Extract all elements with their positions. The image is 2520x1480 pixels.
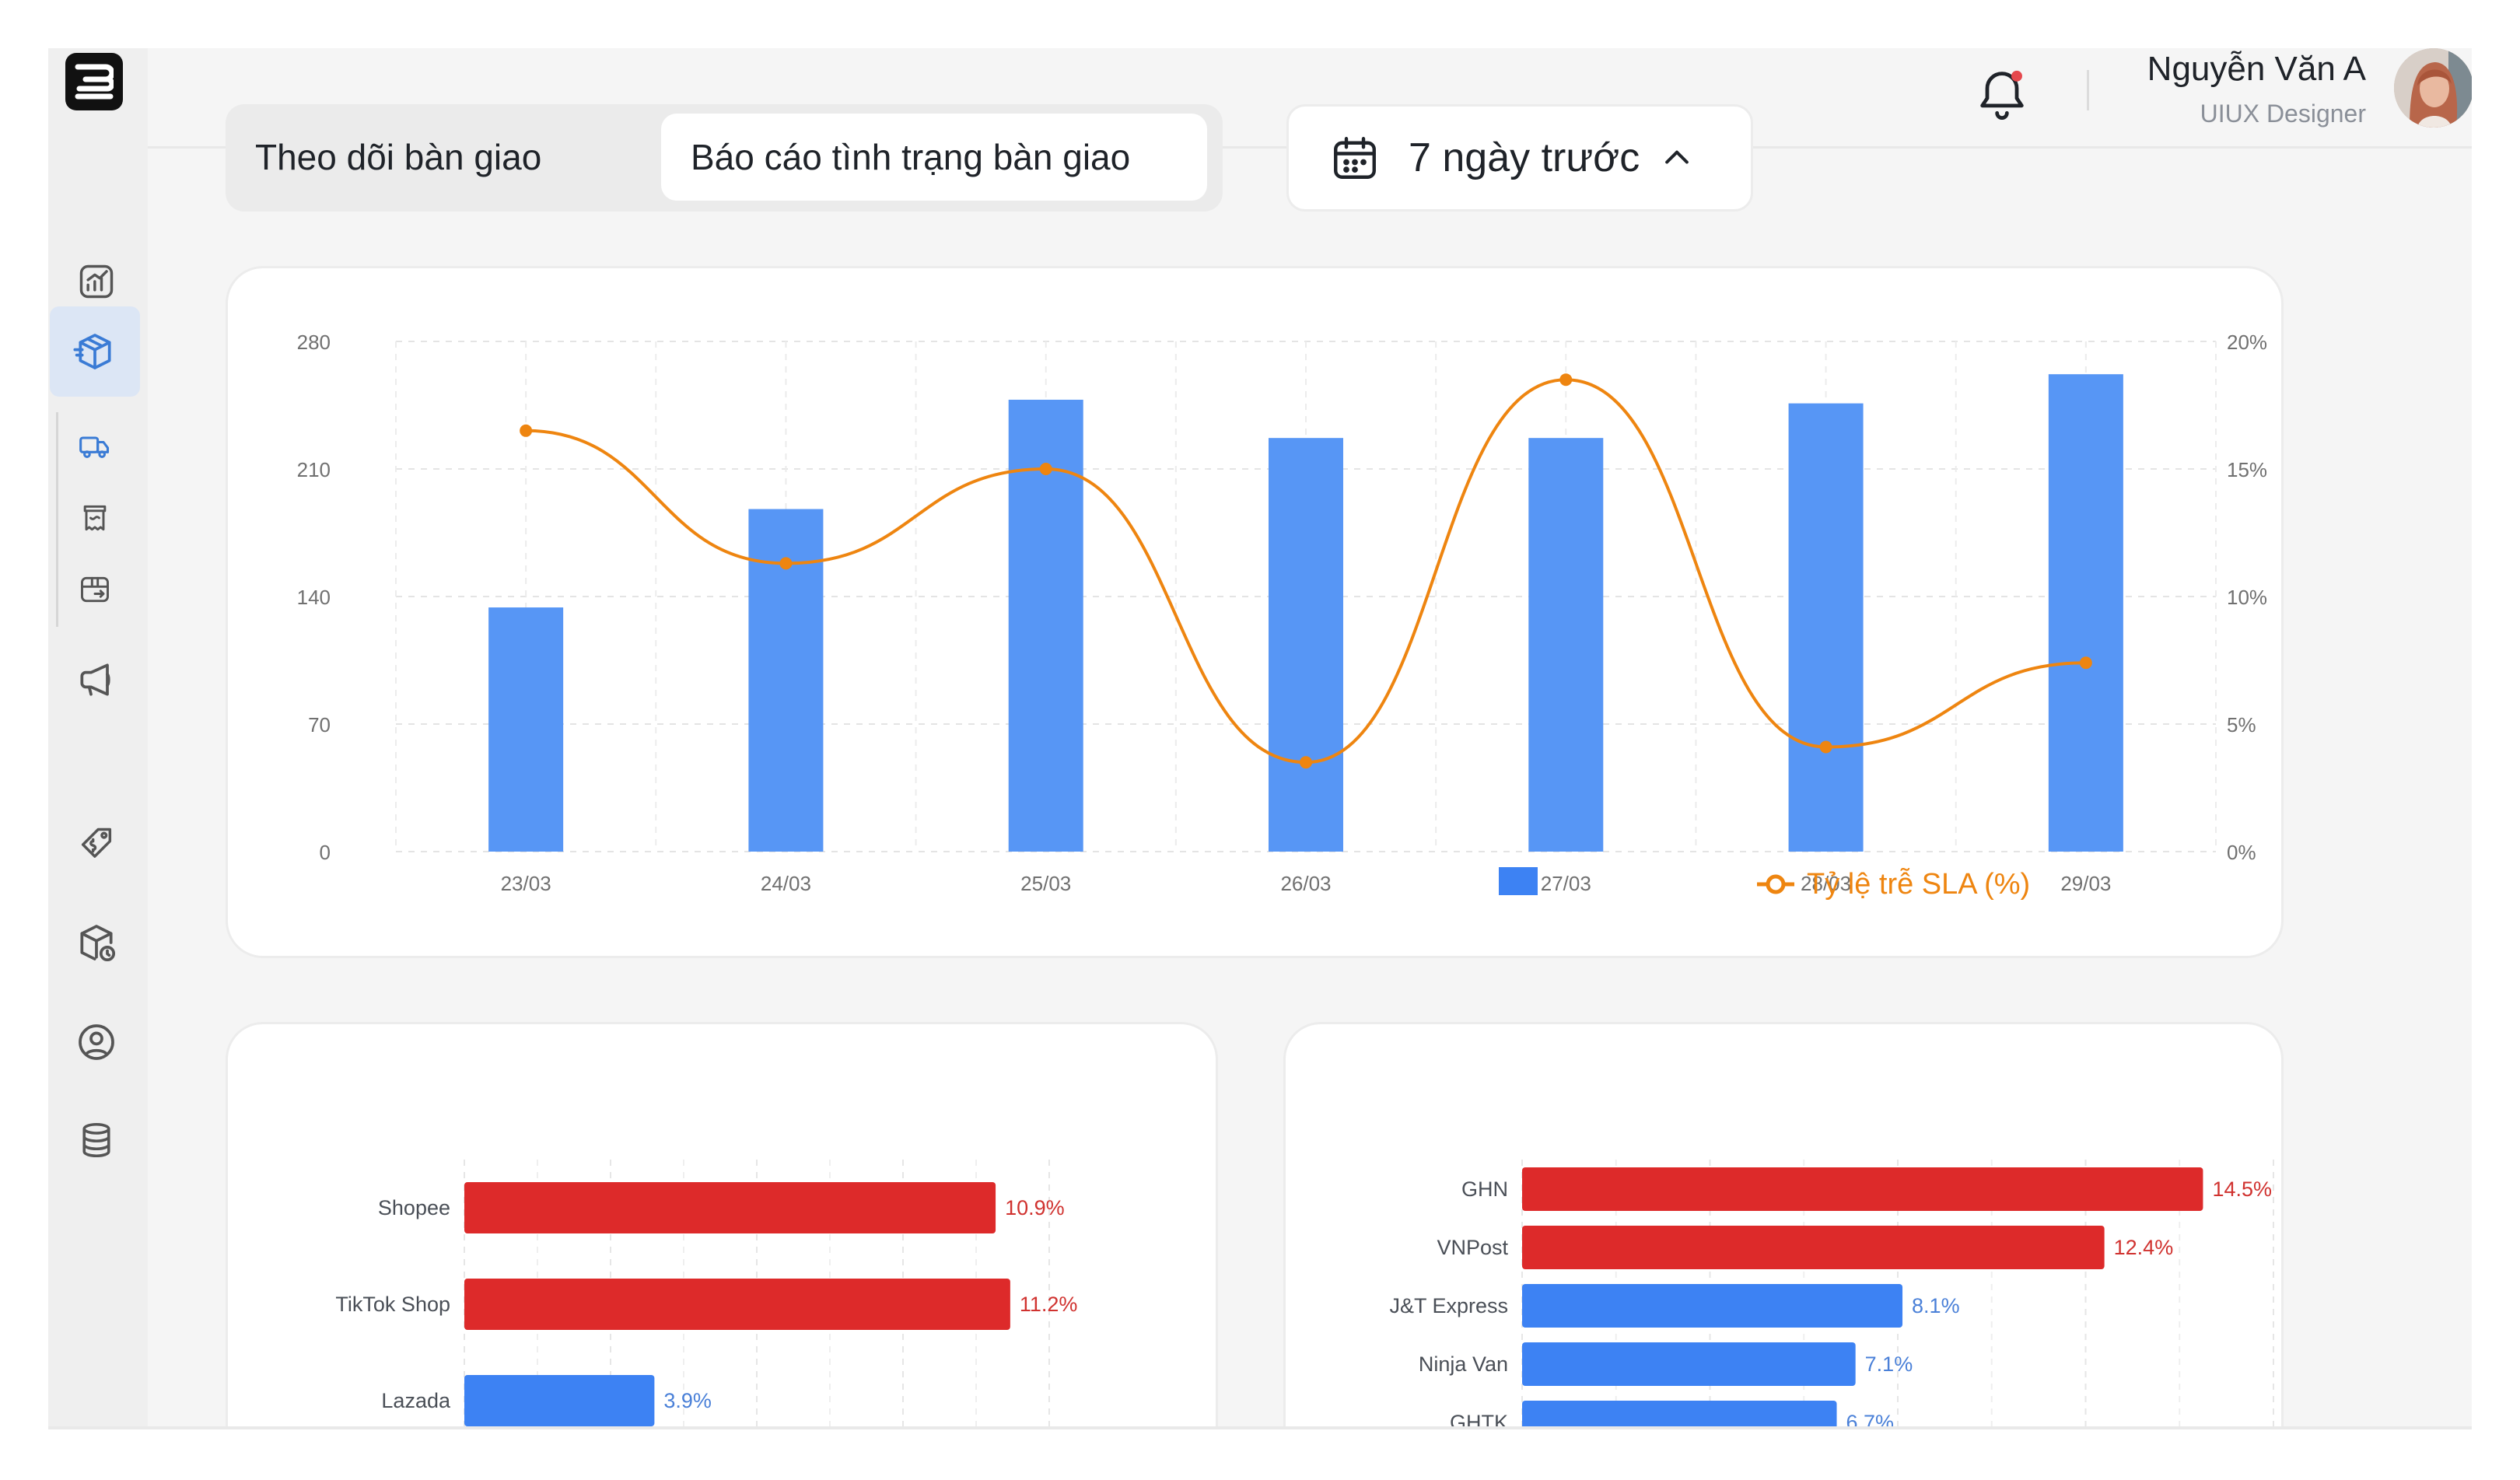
x-tick-label: 29/03 bbox=[2060, 872, 2111, 895]
megaphone-icon bbox=[80, 663, 110, 696]
carrier-sla-chart-card: 0%4%8%12%16%GHN14.5%VNPost12.4%J&T Expre… bbox=[1283, 1022, 2284, 1429]
y2-tick-label: 0% bbox=[2227, 841, 2256, 864]
x-tick-label: 26/03 bbox=[1280, 872, 1331, 895]
y-tick-label: 140 bbox=[297, 586, 331, 609]
box-icon bbox=[73, 334, 111, 369]
sla-bar[interactable] bbox=[464, 1375, 655, 1426]
analytics-icon bbox=[79, 264, 114, 299]
category-label: Ninja Van bbox=[1419, 1352, 1508, 1376]
y2-tick-label: 10% bbox=[2227, 586, 2267, 609]
sla-point[interactable] bbox=[1300, 756, 1312, 769]
daily-handover-chart: 0 0% 70 5% 140 10% 210 15% 280 20% 23/03 24/03 25/03… bbox=[297, 331, 2267, 901]
y2-tick-label: 20% bbox=[2227, 331, 2267, 354]
nav-sub-return[interactable] bbox=[73, 568, 117, 611]
platform-sla-chart-card: 0%3%6%9%12%Shopee10.9%TikTok Shop11.2%La… bbox=[226, 1022, 1218, 1429]
truck-icon bbox=[79, 436, 110, 458]
data-label: 14.5% bbox=[2212, 1177, 2272, 1201]
submenu-line bbox=[56, 412, 58, 627]
data-label: 8.1% bbox=[1912, 1294, 1960, 1317]
data-label: 10.9% bbox=[1005, 1196, 1065, 1219]
handover-bar[interactable] bbox=[1788, 403, 1864, 852]
platform-sla-chart: 0%3%6%9%12%Shopee10.9%TikTok Shop11.2%La… bbox=[335, 1160, 1078, 1429]
y-tick-label: 280 bbox=[297, 331, 331, 354]
nav-handover[interactable] bbox=[50, 306, 140, 397]
logo-icon bbox=[75, 64, 114, 100]
y-tick-label: 210 bbox=[297, 458, 331, 481]
carrier-sla-chart: 0%4%8%12%16%GHN14.5%VNPost12.4%J&T Expre… bbox=[1389, 1160, 2274, 1429]
x-tick-label: 24/03 bbox=[761, 872, 811, 895]
daily-handover-chart-card: 0 0% 70 5% 140 10% 210 15% 280 20% 23/03 24/03 25/03… bbox=[226, 266, 2284, 958]
app-logo[interactable] bbox=[65, 53, 123, 110]
x-tick-label: 25/03 bbox=[1020, 872, 1071, 895]
y2-tick-label: 15% bbox=[2227, 458, 2267, 481]
handover-bar[interactable] bbox=[1269, 438, 1343, 852]
tab-handover-report[interactable]: Báo cáo tình trạng bàn giao bbox=[661, 114, 1207, 201]
sla-point[interactable] bbox=[2079, 656, 2092, 670]
category-label: Shopee bbox=[378, 1196, 450, 1219]
category-label: J&T Express bbox=[1389, 1294, 1508, 1317]
user-circle-icon bbox=[79, 1024, 114, 1060]
legend-bar-swatch bbox=[1499, 867, 1538, 895]
sla-point[interactable] bbox=[1559, 373, 1573, 387]
sla-bar[interactable] bbox=[1522, 1284, 1903, 1328]
nav-sub-receipt[interactable] bbox=[73, 496, 117, 540]
box-clock-icon bbox=[80, 925, 116, 962]
sla-point[interactable] bbox=[779, 557, 793, 570]
avatar-photo bbox=[2394, 48, 2472, 128]
bell-icon bbox=[1980, 70, 2024, 121]
app-window: Theo dõi bàn giao Báo cáo tình trạng bàn… bbox=[48, 48, 2472, 1429]
avatar[interactable] bbox=[2394, 48, 2472, 128]
y2-tick-label: 5% bbox=[2227, 713, 2256, 737]
sidebar bbox=[48, 48, 148, 1429]
data-label: 7.1% bbox=[1865, 1352, 1913, 1376]
handover-bar[interactable] bbox=[488, 607, 564, 852]
sla-point[interactable] bbox=[1039, 463, 1052, 475]
sla-bar[interactable] bbox=[464, 1182, 996, 1233]
legend-line-marker bbox=[1766, 874, 1786, 894]
nav-inventory[interactable] bbox=[72, 918, 121, 967]
data-label: 11.2% bbox=[1020, 1293, 1078, 1316]
nav-marketing[interactable] bbox=[72, 655, 121, 705]
sla-bar[interactable] bbox=[1522, 1401, 1837, 1429]
tag-icon bbox=[81, 827, 112, 858]
x-tick-label: 23/03 bbox=[501, 872, 551, 895]
sla-point[interactable] bbox=[520, 424, 533, 437]
sla-point[interactable] bbox=[1819, 740, 1832, 754]
y-tick-label: 70 bbox=[308, 713, 331, 737]
nav-analytics[interactable] bbox=[72, 257, 121, 306]
data-label: 3.9% bbox=[663, 1389, 712, 1412]
data-label: 12.4% bbox=[2114, 1236, 2174, 1259]
category-label: TikTok Shop bbox=[335, 1293, 450, 1316]
nav-pricing[interactable] bbox=[72, 820, 121, 869]
y-tick-label: 0 bbox=[320, 841, 331, 864]
category-label: VNPost bbox=[1437, 1236, 1508, 1259]
chevron-up-icon bbox=[1665, 150, 1689, 164]
tab-handover-tracking[interactable]: Theo dõi bàn giao bbox=[226, 114, 571, 201]
box-return-icon bbox=[81, 576, 109, 603]
sla-bar[interactable] bbox=[464, 1279, 1010, 1330]
header-separator bbox=[2087, 70, 2089, 110]
handover-bar[interactable] bbox=[2048, 374, 2123, 852]
nav-sub-delivery[interactable] bbox=[73, 425, 117, 468]
receipt-icon bbox=[83, 505, 107, 531]
sla-bar[interactable] bbox=[1522, 1167, 2203, 1211]
date-range-label: 7 ngày trước bbox=[1409, 135, 1640, 180]
legend-line-label: Tỷ lệ trễ SLA (%) bbox=[1807, 867, 2030, 901]
category-label: Lazada bbox=[381, 1389, 451, 1412]
notification-button[interactable] bbox=[1972, 64, 2032, 123]
date-range-selector[interactable]: 7 ngày trước bbox=[1286, 104, 1753, 212]
user-name: Nguyễn Văn A bbox=[2147, 50, 2366, 88]
x-tick-label: 27/03 bbox=[1541, 872, 1591, 895]
sla-bar[interactable] bbox=[1522, 1226, 2105, 1269]
calendar-icon bbox=[1334, 137, 1376, 179]
sla-bar[interactable] bbox=[1522, 1342, 1856, 1386]
database-icon bbox=[82, 1122, 110, 1158]
window-bottom-edge bbox=[48, 1426, 2472, 1429]
nav-account[interactable] bbox=[72, 1017, 121, 1067]
nav-data[interactable] bbox=[72, 1115, 121, 1165]
user-role: UIUX Designer bbox=[2200, 100, 2366, 128]
category-label: GHN bbox=[1461, 1177, 1508, 1201]
tab-bar: Theo dõi bàn giao Báo cáo tình trạng bàn… bbox=[226, 104, 1223, 212]
handover-bar[interactable] bbox=[1528, 438, 1604, 852]
